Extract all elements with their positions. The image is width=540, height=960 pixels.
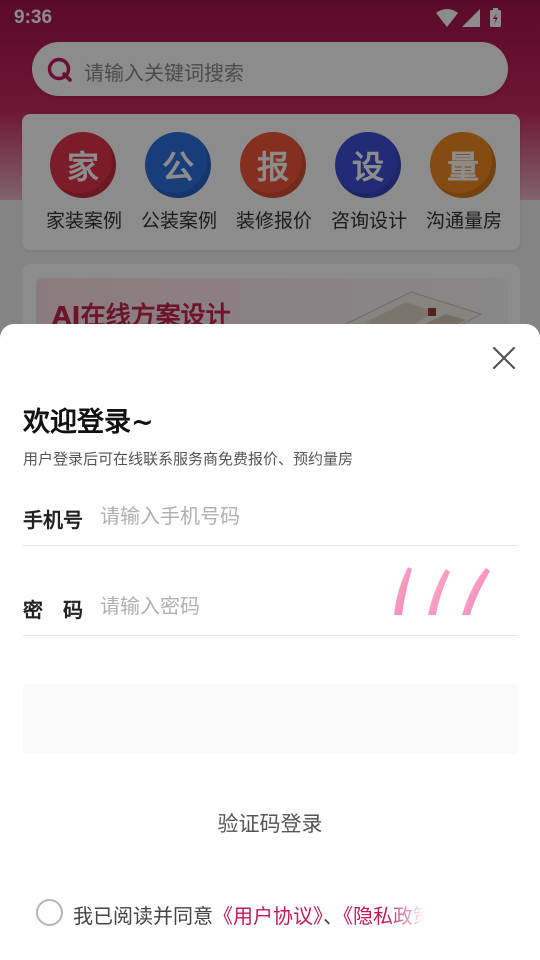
agree-separator: 、	[323, 904, 343, 928]
agree-checkbox[interactable]	[36, 899, 63, 926]
login-sheet: 欢迎登录~ 用户登录后可在线联系服务商免费报价、预约量房 手机号 密 码 验证码…	[0, 324, 540, 960]
phone-field: 手机号	[23, 486, 518, 546]
code-login-link[interactable]: 验证码登录	[0, 808, 540, 838]
brush-strokes-decoration	[394, 567, 490, 615]
fade-overlay	[386, 887, 540, 943]
agree-prefix: 我已阅读并同意	[73, 904, 213, 928]
agreement-row: 我已阅读并同意《用户协议》、《隐私政策》	[36, 887, 540, 943]
user-agreement-link[interactable]: 《用户协议》	[213, 904, 323, 928]
password-label: 密 码	[23, 598, 83, 622]
login-button[interactable]	[23, 684, 518, 754]
login-subtitle: 用户登录后可在线联系服务商免费报价、预约量房	[23, 450, 354, 468]
close-icon[interactable]	[488, 342, 520, 374]
login-title: 欢迎登录~	[23, 407, 154, 438]
phone-input[interactable]	[100, 498, 510, 534]
phone-label: 手机号	[23, 508, 83, 532]
